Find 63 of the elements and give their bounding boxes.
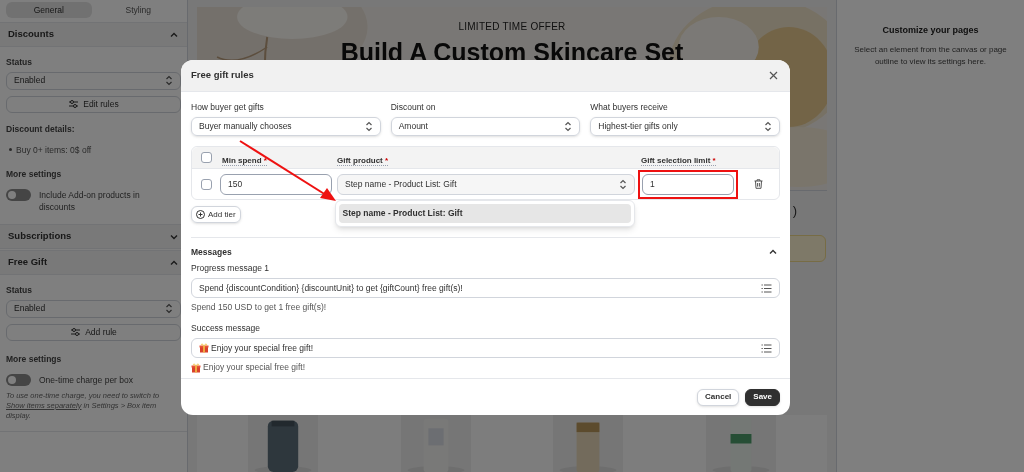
secondary-button[interactable]: Cancel [697, 388, 740, 406]
field-label: Status [6, 56, 33, 69]
message-input[interactable]: Enjoy your special free gift! [191, 338, 780, 358]
dropdown-option[interactable]: Step name - Product List: Gift [338, 204, 631, 223]
plus-circle-icon [196, 210, 205, 219]
column-header: Min spend * [222, 155, 267, 166]
section-heading: ) [792, 201, 797, 220]
status-select[interactable]: Enabled [6, 71, 181, 90]
trash-icon[interactable] [754, 179, 763, 189]
limit-input[interactable]: 1 [642, 173, 734, 195]
modal-title: Free gift rules [191, 68, 254, 83]
message-input[interactable]: Spend {discountCondition} {discountUnit} to get {giftCount} free gift(s)! [191, 278, 780, 298]
list-icon[interactable] [761, 283, 772, 293]
message-preview: Enjoy your special free gift! [203, 362, 306, 373]
settings-title: More settings [6, 352, 63, 366]
field-label: Status [6, 284, 33, 297]
sidebar-tab[interactable]: General [6, 2, 92, 18]
gift-icon [199, 343, 209, 353]
panel-title: Customize your pages [882, 24, 979, 37]
field-label: How buyer get gifts [191, 102, 265, 113]
bullet-icon [9, 148, 12, 152]
select-arrows-icon [165, 303, 173, 315]
field-label: Progress message 1 [191, 263, 270, 274]
primary-button[interactable]: Save [745, 388, 780, 406]
toggle-label: One-time charge per box [39, 373, 134, 386]
field-label: Success message [191, 323, 261, 334]
details-title: Discount details: [6, 122, 76, 136]
select-arrows-icon [165, 75, 173, 87]
details-item: Buy 0+ items: 0$ off [16, 143, 92, 157]
toggle-switch[interactable] [6, 189, 31, 201]
column-header: Gift product * [337, 155, 389, 166]
select-field[interactable]: Highest-tier gifts only [590, 117, 780, 136]
section-header[interactable]: Discounts [0, 22, 187, 47]
column-header: Gift selection limit * [641, 155, 716, 166]
rules-button[interactable]: Add rule [6, 323, 181, 341]
field-label: Discount on [390, 102, 437, 113]
checkbox[interactable] [200, 152, 212, 163]
select-arrows-icon [564, 121, 573, 132]
toggle-label: Include Add-on products in discounts [39, 189, 141, 213]
select-arrows-icon [619, 178, 627, 190]
close-icon[interactable] [769, 71, 778, 80]
gift-icon [191, 362, 201, 373]
messages-header[interactable]: Messages [191, 243, 780, 261]
select-field[interactable]: Amount [390, 117, 581, 136]
toggle-switch[interactable] [6, 373, 31, 386]
list-icon[interactable] [761, 343, 772, 353]
select-field[interactable]: Buyer manually chooses [191, 117, 381, 136]
select-arrows-icon [364, 121, 373, 132]
rules-button[interactable]: Edit rules [6, 95, 181, 113]
settings-title: More settings [6, 168, 63, 181]
select-arrows-icon [764, 121, 772, 132]
chevron-up-icon[interactable] [768, 247, 778, 257]
add-tier-button[interactable]: Add tier [191, 206, 241, 223]
sliders-icon [70, 327, 82, 338]
message-preview: Spend 150 USD to get 1 free gift(s)! [191, 302, 327, 313]
sidebar-tab[interactable]: Styling [95, 2, 181, 18]
hero-eyebrow: LIMITED TIME OFFER [458, 20, 566, 34]
checkbox[interactable] [200, 178, 212, 190]
status-select[interactable]: Enabled [6, 299, 181, 318]
panel-text: Select an element from the canvas or page outline to view its settings here. [853, 43, 1008, 68]
gift-product-select[interactable]: Step name - Product List: Gift [337, 173, 635, 195]
field-label: What buyers receive [590, 102, 669, 113]
sliders-icon [68, 99, 80, 110]
